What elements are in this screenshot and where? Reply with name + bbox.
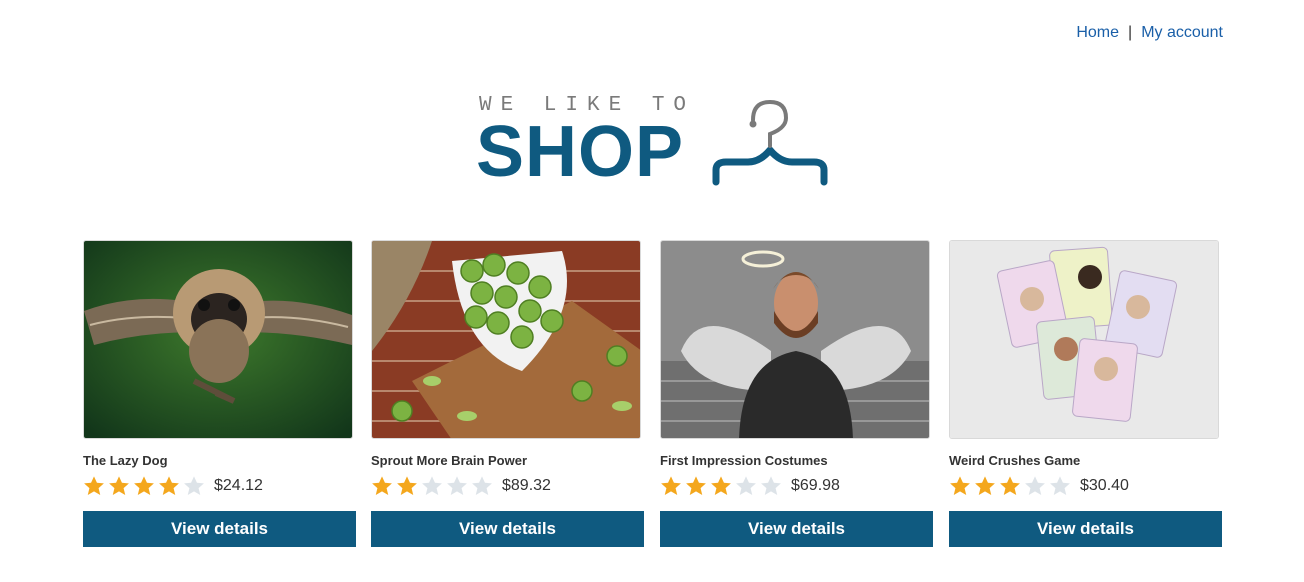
star-filled-icon [134,476,154,495]
product-image-weird-crushes[interactable] [949,240,1219,439]
top-nav: Home | My account [1076,24,1223,42]
star-filled-icon [711,476,731,495]
product-card: Sprout More Brain Power $89.32 View deta… [371,240,644,547]
product-image-first-impression[interactable] [660,240,930,439]
product-rating: $89.32 [371,474,644,498]
view-details-button[interactable]: View details [660,511,933,547]
star-filled-icon [84,476,104,495]
view-details-button[interactable]: View details [371,511,644,547]
nav-separator: | [1128,24,1133,41]
product-price: $24.12 [214,477,263,494]
star-filled-icon [397,476,417,495]
product-name[interactable]: First Impression Costumes [660,453,933,468]
logo-word: SHOP [476,112,685,192]
view-details-button[interactable]: View details [949,511,1222,547]
product-rating: $30.40 [949,474,1222,498]
star-empty-icon [761,476,781,495]
star-empty-icon [1025,476,1045,495]
product-price: $89.32 [502,477,551,494]
star-empty-icon [472,476,492,495]
star-filled-icon [975,476,995,495]
product-card: Weird Crushes Game $30.40 View details [949,240,1222,547]
my-account-link[interactable]: My account [1141,24,1223,41]
star-empty-icon [736,476,756,495]
product-card: First Impression Costumes $69.98 View de… [660,240,933,547]
product-image-lazy-dog[interactable] [83,240,353,439]
product-card: The Lazy Dog $24.12 View details [83,240,356,547]
product-name[interactable]: The Lazy Dog [83,453,356,468]
star-empty-icon [184,476,204,495]
star-empty-icon [447,476,467,495]
star-filled-icon [372,476,392,495]
star-filled-icon [1000,476,1020,495]
product-rating: $69.98 [660,474,933,498]
star-filled-icon [950,476,970,495]
hanger-icon [712,99,828,186]
star-filled-icon [661,476,681,495]
star-empty-icon [422,476,442,495]
product-rating: $24.12 [83,474,356,498]
star-filled-icon [109,476,129,495]
home-link[interactable]: Home [1076,24,1119,41]
product-name[interactable]: Weird Crushes Game [949,453,1222,468]
star-filled-icon [686,476,706,495]
product-price: $69.98 [791,477,840,494]
product-image-sprout-brain[interactable] [371,240,641,439]
product-price: $30.40 [1080,477,1129,494]
site-logo[interactable]: WE LIKE TO SHOP [476,90,836,190]
view-details-button[interactable]: View details [83,511,356,547]
product-name[interactable]: Sprout More Brain Power [371,453,644,468]
star-filled-icon [159,476,179,495]
star-empty-icon [1050,476,1070,495]
